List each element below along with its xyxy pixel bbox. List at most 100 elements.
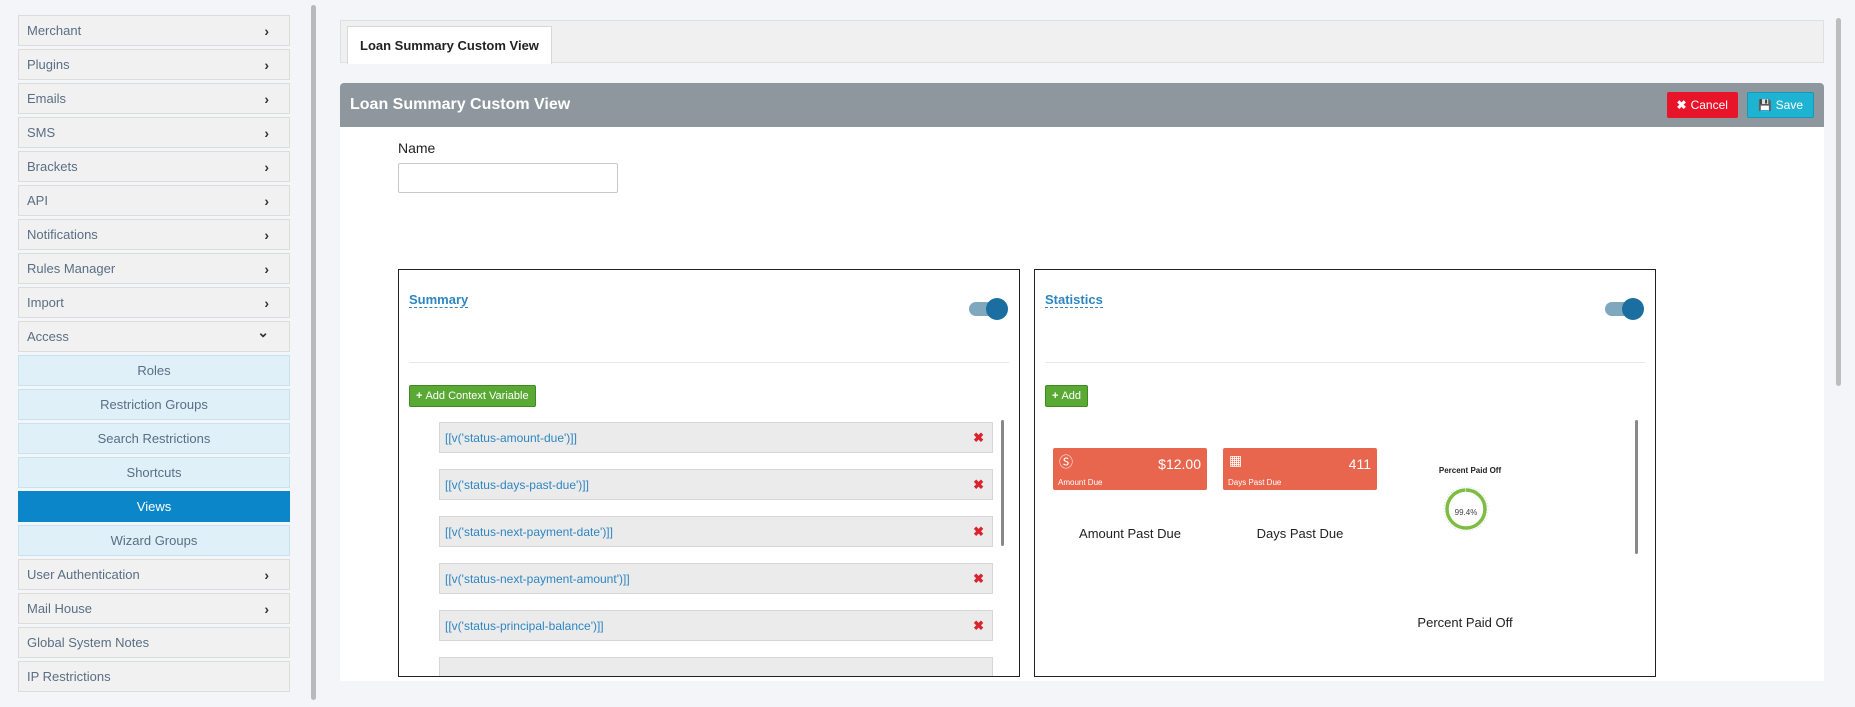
sidebar-item-label: Plugins [27, 57, 70, 72]
sidebar-item-label: Emails [27, 91, 67, 106]
sidebar-item-label: SMS [27, 125, 56, 140]
floppy-disk-icon: 💾 [1757, 99, 1772, 112]
close-icon: ✖ [1676, 98, 1687, 112]
sidebar-subitem-restriction-groups[interactable]: Restriction Groups [18, 389, 290, 420]
sidebar-item-plugins[interactable]: Plugins › [18, 49, 290, 80]
sidebar-subitem-roles[interactable]: Roles [18, 355, 290, 386]
sidebar-item-label: Merchant [27, 23, 82, 38]
remove-icon[interactable]: ✖ [973, 430, 984, 446]
save-button-label: Save [1775, 98, 1803, 112]
sidebar-item-label: Global System Notes [27, 635, 150, 650]
context-variable-text: [[v('status-amount-due')]] [445, 430, 577, 445]
sidebar-item-label: API [27, 193, 48, 208]
sidebar-item-import[interactable]: Import › [18, 287, 290, 318]
sidebar-item-rules-manager[interactable]: Rules Manager › [18, 253, 290, 284]
sidebar-item-api[interactable]: API › [18, 185, 290, 216]
sidebar-subitem-label: Search Restrictions [97, 431, 211, 446]
remove-icon[interactable]: ✖ [973, 524, 984, 540]
sidebar-item-emails[interactable]: Emails › [18, 83, 290, 114]
plus-icon: + [1052, 390, 1059, 402]
panel-title: Loan Summary Custom View [350, 96, 571, 113]
sidebar-item-user-authentication[interactable]: User Authentication › [18, 559, 290, 590]
sidebar-item-notifications[interactable]: Notifications › [18, 219, 290, 250]
page-scrollbar[interactable] [1836, 18, 1841, 386]
context-variable-text: [[v('status-principal-balance')]] [445, 618, 604, 633]
save-button[interactable]: 💾 Save [1746, 92, 1814, 118]
sidebar-subitem-label: Shortcuts [126, 465, 182, 480]
chevron-right-icon: › [264, 600, 269, 617]
statistics-toggle[interactable] [1605, 298, 1644, 320]
context-variable-text: [[v('status-next-payment-date')]] [445, 524, 613, 539]
summary-toggle[interactable] [969, 298, 1008, 320]
context-variable-row[interactable]: [[v('status-amount-due')]] ✖ [439, 422, 993, 453]
remove-icon[interactable]: ✖ [973, 618, 984, 634]
sidebar-subitem-wizard-groups[interactable]: Wizard Groups [18, 525, 290, 556]
context-variable-row[interactable]: [[v('status-next-payment-date')]] ✖ [439, 516, 993, 547]
sidebar-item-ip-restrictions[interactable]: IP Restrictions [18, 661, 290, 692]
context-variable-row[interactable]: [[v('status-next-payment-amount')]] ✖ [439, 563, 993, 594]
toggle-knob [1622, 298, 1644, 320]
statistics-title[interactable]: Statistics [1045, 292, 1103, 308]
days-past-due-card[interactable]: ▦ 411 Days Past Due [1223, 448, 1377, 490]
sidebar-subitem-label: Restriction Groups [100, 397, 208, 412]
name-label: Name [398, 140, 436, 156]
sidebar-subitem-search-restrictions[interactable]: Search Restrictions [18, 423, 290, 454]
sidebar-item-mail-house[interactable]: Mail House › [18, 593, 290, 624]
name-input[interactable] [398, 163, 618, 193]
chevron-right-icon: › [264, 90, 269, 107]
gauge-value: 99.4% [1454, 508, 1478, 517]
variable-list-scrollbar[interactable] [1001, 420, 1004, 546]
sidebar-item-access[interactable]: Access ⌄ [18, 321, 290, 352]
sidebar-item-label: IP Restrictions [27, 669, 111, 684]
context-variable-row[interactable] [439, 657, 993, 676]
context-variable-text: [[v('status-days-past-due')]] [445, 477, 589, 492]
add-context-variable-label: Add Context Variable [425, 390, 529, 402]
sidebar-item-global-system-notes[interactable]: Global System Notes [18, 627, 290, 658]
add-context-variable-button[interactable]: + Add Context Variable [409, 385, 536, 407]
days-past-due-caption: Days Past Due [1256, 526, 1344, 541]
add-statistic-button[interactable]: + Add [1045, 385, 1089, 407]
sidebar-item-brackets[interactable]: Brackets › [18, 151, 290, 182]
amount-due-label: Amount Due [1058, 478, 1103, 487]
sidebar-subitem-shortcuts[interactable]: Shortcuts [18, 457, 290, 488]
sidebar-subitem-label: Wizard Groups [110, 533, 198, 548]
divider [1045, 362, 1645, 363]
tab-bar: Loan Summary Custom View [340, 20, 1824, 64]
summary-widget: Summary + Add Context Variable [[v('stat… [398, 269, 1020, 677]
add-statistic-label: Add [1061, 390, 1082, 402]
sidebar-item-label: Rules Manager [27, 261, 116, 276]
gauge-title: Percent Paid Off [1438, 466, 1502, 475]
sidebar-item-sms[interactable]: SMS › [18, 117, 290, 148]
remove-icon[interactable]: ✖ [973, 477, 984, 493]
tab-loan-summary-custom-view[interactable]: Loan Summary Custom View [347, 26, 552, 64]
context-variable-text: [[v('status-next-payment-amount')]] [445, 571, 630, 586]
statistics-scrollbar[interactable] [1635, 420, 1638, 554]
context-variable-list[interactable]: [[v('status-amount-due')]] ✖ [[v('status-d… [439, 422, 993, 676]
chevron-right-icon: › [264, 158, 269, 175]
sidebar: Merchant › Plugins › Emails › SMS › Brackets › API… [18, 15, 290, 695]
summary-title[interactable]: Summary [409, 292, 469, 308]
amount-past-due-caption: Amount Past Due [1079, 526, 1181, 541]
context-variable-row[interactable]: [[v('status-days-past-due')]] ✖ [439, 469, 993, 500]
sidebar-scrollbar[interactable] [311, 5, 316, 700]
sidebar-subitem-views[interactable]: Views [18, 491, 290, 522]
amount-due-value: $12.00 [1158, 456, 1201, 472]
chevron-right-icon: › [264, 260, 269, 277]
sidebar-item-label: User Authentication [27, 567, 140, 582]
chevron-right-icon: › [264, 192, 269, 209]
sidebar-subitem-label: Views [136, 499, 172, 514]
chevron-right-icon: › [264, 294, 269, 311]
days-past-due-value: 411 [1348, 456, 1371, 472]
amount-due-card[interactable]: Ⓢ $12.00 Amount Due [1053, 448, 1207, 490]
sidebar-item-label: Notifications [27, 227, 98, 242]
cancel-button[interactable]: ✖ Cancel [1666, 92, 1738, 118]
toggle-knob [986, 298, 1008, 320]
chevron-down-icon: ⌄ [257, 324, 269, 340]
context-variable-row[interactable]: [[v('status-principal-balance')]] ✖ [439, 610, 993, 641]
chevron-right-icon: › [264, 226, 269, 243]
calendar-icon: ▦ [1229, 452, 1243, 468]
cancel-button-label: Cancel [1690, 98, 1728, 112]
remove-icon[interactable]: ✖ [973, 571, 984, 587]
divider [409, 362, 1009, 363]
sidebar-item-merchant[interactable]: Merchant › [18, 15, 290, 46]
